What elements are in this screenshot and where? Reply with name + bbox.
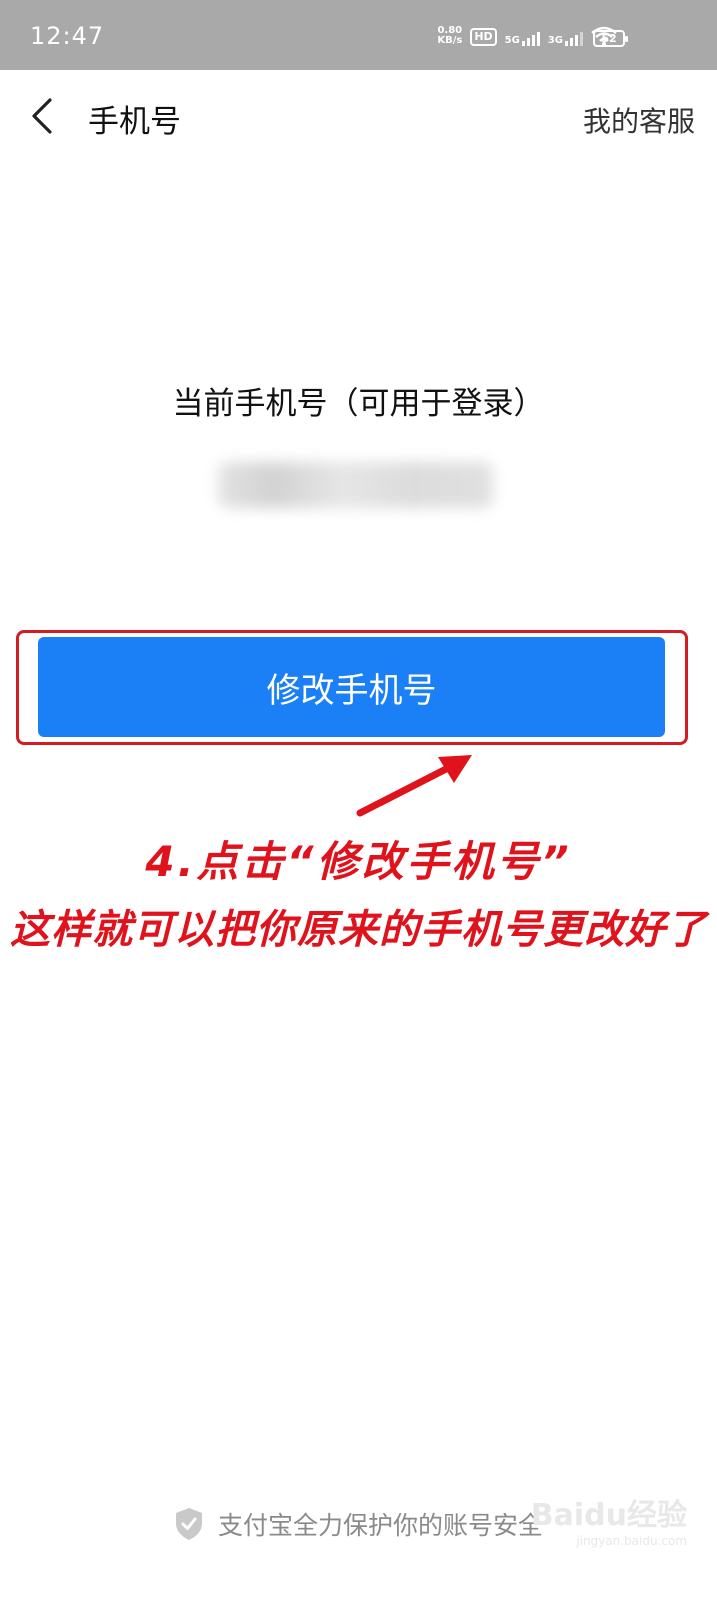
- watermark-url: jingyan.baidu.com: [576, 1534, 687, 1548]
- arrow-icon: [356, 755, 472, 817]
- watermark-brand: Baidu经验: [530, 1498, 687, 1533]
- hd-icon: HD: [470, 28, 497, 46]
- chevron-left-icon[interactable]: [28, 96, 58, 136]
- app-header: 手机号 我的客服: [0, 70, 717, 166]
- shield-check-icon: [175, 1508, 202, 1540]
- status-bar: 12:47 0.80 KB/s HD 5G 3G 52: [0, 0, 717, 70]
- customer-service-link[interactable]: 我的客服: [583, 100, 695, 140]
- baidu-watermark: Baidu经验 jingyan.baidu.com: [531, 1490, 687, 1548]
- status-time: 12:47: [30, 22, 105, 50]
- signal-5g-label: 5G: [504, 35, 520, 46]
- annotation-description: 这样就可以把你原来的手机号更改好了: [10, 907, 707, 953]
- battery-icon: 52: [593, 30, 628, 47]
- signal-3g-icon: 3G: [548, 32, 583, 46]
- annotation-step: 4.点击“修改手机号”: [145, 837, 572, 886]
- signal-3g-label: 3G: [547, 35, 563, 46]
- current-phone-label: 当前手机号（可用于登录）: [172, 386, 545, 422]
- page-title: 手机号: [88, 104, 181, 140]
- masked-phone-number: [218, 462, 493, 508]
- modify-phone-button[interactable]: 修改手机号: [38, 637, 665, 737]
- network-speed: 0.80 KB/s: [437, 26, 462, 46]
- signal-5g-icon: 5G: [505, 32, 540, 46]
- status-icons: 0.80 KB/s HD 5G 3G: [437, 26, 617, 46]
- security-text: 支付宝全力保护你的账号安全: [217, 1511, 543, 1540]
- network-speed-unit: KB/s: [437, 35, 463, 46]
